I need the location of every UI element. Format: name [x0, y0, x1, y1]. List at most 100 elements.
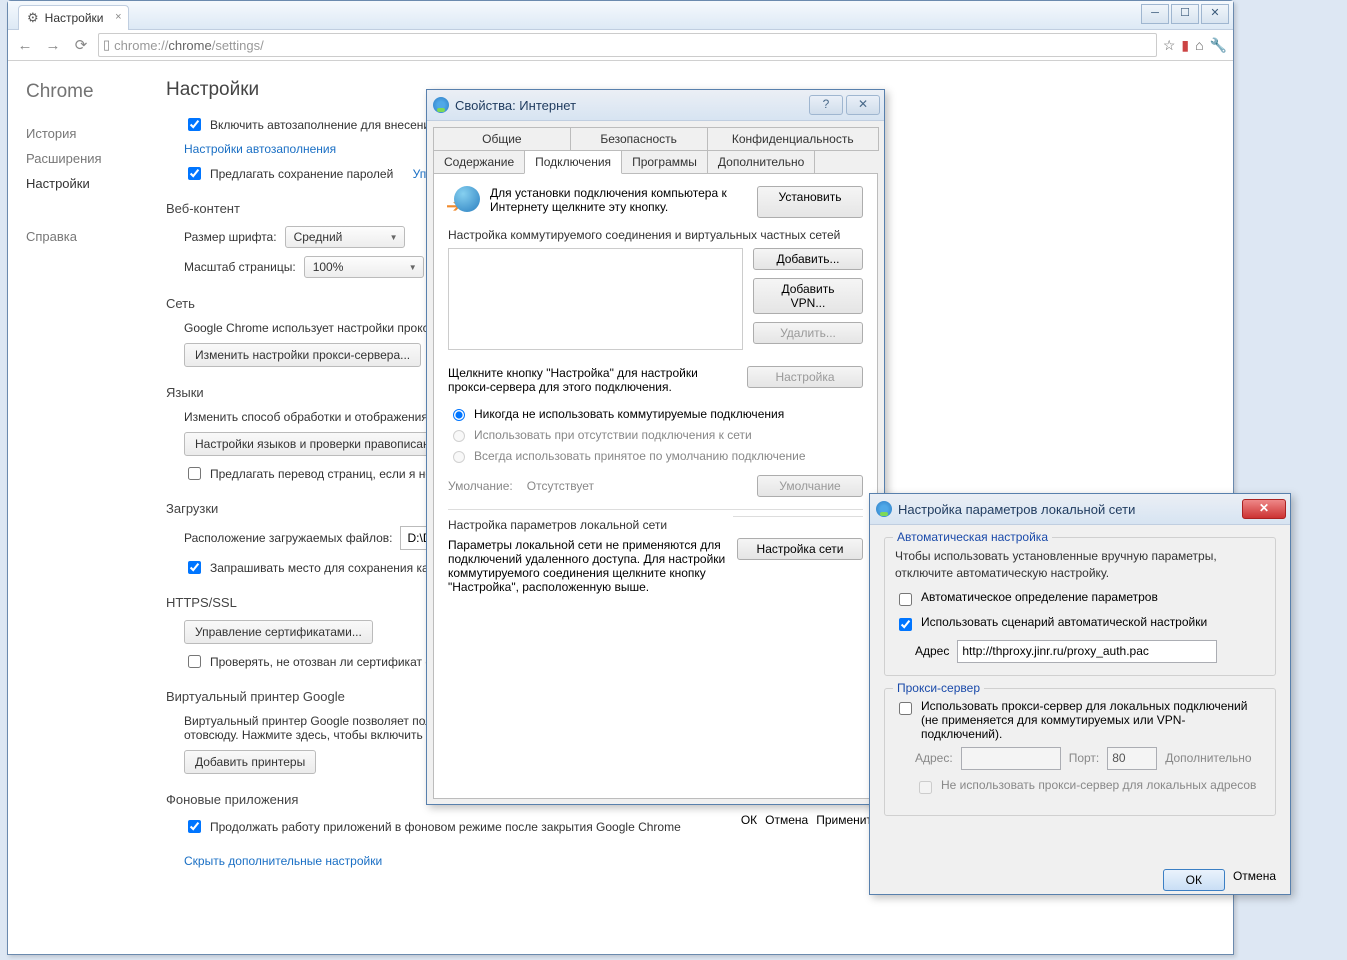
auto-script-checkbox[interactable] — [899, 618, 912, 631]
languages-button[interactable]: Настройки языков и проверки правописания — [184, 432, 454, 456]
lan-settings-button[interactable]: Настройка сети — [737, 538, 863, 560]
radio-always-label: Всегда использовать принятое по умолчани… — [474, 449, 806, 463]
lan-cancel-button[interactable]: Отмена — [1233, 869, 1276, 891]
tab-security[interactable]: Безопасность — [570, 127, 708, 151]
sidebar-help[interactable]: Справка — [26, 224, 156, 249]
sidebar-extensions[interactable]: Расширения — [26, 146, 156, 171]
certificates-button[interactable]: Управление сертификатами... — [184, 620, 373, 644]
tab-connections[interactable]: Подключения — [524, 150, 622, 174]
setup-text: Для установки подключения компьютера к И… — [490, 186, 747, 218]
default-value: Отсутствует — [527, 479, 743, 493]
download-ask-checkbox[interactable] — [188, 561, 201, 574]
dial-label: Настройка коммутируемого соединения и ви… — [448, 228, 863, 242]
globe-icon — [876, 501, 892, 517]
sidebar-history[interactable]: История — [26, 121, 156, 146]
proxy-address-input — [961, 747, 1061, 770]
lan-hint: Параметры локальной сети не применяются … — [448, 538, 727, 594]
auto-script-label: Использовать сценарий автоматической нас… — [921, 615, 1207, 629]
sidebar-settings[interactable]: Настройки — [26, 171, 156, 196]
lan-ok-button[interactable]: ОК — [1163, 869, 1225, 891]
delete-button[interactable]: Удалить... — [753, 322, 863, 344]
ok-button[interactable]: ОК — [741, 813, 757, 827]
titlebar: ⚙ Настройки × ─ ☐ ✕ — [8, 1, 1233, 30]
add-button[interactable]: Добавить... — [753, 248, 863, 270]
toolbar: ← → ⟳ ▯ chrome://chrome/settings/ ☆ ▮ ⌂ … — [8, 30, 1233, 61]
url-host: chrome — [168, 38, 211, 53]
default-label: Умолчание: — [448, 479, 513, 493]
default-button[interactable]: Умолчание — [757, 475, 863, 497]
bypass-local-label: Не использовать прокси-сервер для локаль… — [941, 778, 1256, 792]
dialog-titlebar[interactable]: Свойства: Интернет ? ✕ — [427, 90, 884, 121]
cloud-print-desc: Виртуальный принтер Google позволяет пол… — [184, 714, 438, 742]
hide-advanced-link[interactable]: Скрыть дополнительные настройки — [184, 854, 382, 868]
download-location-label: Расположение загружаемых файлов: — [184, 531, 392, 545]
font-size-label: Размер шрифта: — [184, 230, 277, 244]
zoom-select[interactable]: 100% — [304, 256, 424, 278]
translate-checkbox[interactable] — [188, 467, 201, 480]
use-proxy-checkbox[interactable] — [899, 702, 912, 715]
autofill-settings-link[interactable]: Настройки автозаполнения — [184, 142, 336, 156]
globe-icon — [433, 97, 449, 113]
network-desc: Google Chrome использует настройки прокс… — [184, 321, 435, 335]
brand: Chrome — [26, 81, 156, 103]
tab-general[interactable]: Общие — [433, 127, 571, 151]
auto-config-text: Чтобы использовать установленные вручную… — [895, 548, 1265, 582]
configure-button[interactable]: Настройка — [747, 366, 863, 388]
dialog-close-button[interactable]: ✕ — [846, 95, 880, 115]
add-vpn-button[interactable]: Добавить VPN... — [753, 278, 863, 314]
setup-button[interactable]: Установить — [757, 186, 863, 218]
proxy-settings-button[interactable]: Изменить настройки прокси-сервера... — [184, 343, 421, 367]
proxy-legend: Прокси-сервер — [893, 681, 984, 695]
passwords-checkbox[interactable] — [188, 167, 201, 180]
lan-settings-dialog: Настройка параметров локальной сети ✕ Ав… — [869, 493, 1291, 895]
home-icon[interactable]: ⌂ — [1195, 37, 1203, 53]
autofill-checkbox[interactable] — [188, 118, 201, 131]
close-button[interactable]: ✕ — [1201, 4, 1229, 24]
revocation-checkbox[interactable] — [188, 655, 201, 668]
lan-dialog-titlebar[interactable]: Настройка параметров локальной сети ✕ — [870, 494, 1290, 525]
translate-label: Предлагать перевод страниц, если я не вл — [210, 467, 449, 481]
auto-detect-label: Автоматическое определение параметров — [921, 590, 1158, 604]
download-ask-label: Запрашивать место для сохранения кажд — [210, 561, 444, 575]
help-button[interactable]: ? — [809, 95, 843, 115]
wrench-icon[interactable]: 🔧 — [1210, 37, 1227, 54]
tab-content[interactable]: Содержание — [433, 150, 525, 174]
close-icon[interactable]: × — [115, 11, 121, 23]
maximize-button[interactable]: ☐ — [1171, 4, 1199, 24]
tab-privacy[interactable]: Конфиденциальность — [707, 127, 879, 151]
url-path: /settings/ — [212, 38, 264, 53]
background-apps-checkbox[interactable] — [188, 820, 201, 833]
address-bar[interactable]: ▯ chrome://chrome/settings/ — [98, 33, 1157, 57]
browser-tab[interactable]: ⚙ Настройки × — [18, 5, 129, 30]
tab-programs[interactable]: Программы — [621, 150, 708, 174]
lan-dialog-title: Настройка параметров локальной сети — [898, 502, 1135, 517]
proxy-advanced-button[interactable]: Дополнительно — [1165, 751, 1251, 765]
minimize-button[interactable]: ─ — [1141, 4, 1169, 24]
font-size-select[interactable]: Средний — [285, 226, 405, 248]
flag-icon[interactable]: ▮ — [1181, 37, 1189, 54]
radio-never[interactable] — [453, 409, 465, 421]
reload-button[interactable]: ⟳ — [70, 34, 92, 56]
proxy-hint: Щелкните кнопку "Настройка" для настройк… — [448, 366, 737, 394]
connections-listbox[interactable] — [448, 248, 743, 350]
radio-never-label: Никогда не использовать коммутируемые по… — [474, 407, 784, 421]
tab-advanced[interactable]: Дополнительно — [707, 150, 815, 174]
back-button[interactable]: ← — [14, 34, 36, 56]
apply-button[interactable]: Применит — [816, 813, 872, 827]
proxy-address-label: Адрес: — [915, 751, 953, 765]
cancel-button[interactable]: Отмена — [765, 813, 808, 827]
add-printers-button[interactable]: Добавить принтеры — [184, 750, 316, 774]
lan-label: Настройка параметров локальной сети — [448, 518, 667, 532]
lan-close-button[interactable]: ✕ — [1242, 499, 1286, 519]
lan-dialog-body: Автоматическая настройка Чтобы использов… — [870, 525, 1290, 869]
star-icon[interactable]: ☆ — [1163, 37, 1176, 54]
window-controls: ─ ☐ ✕ — [1141, 4, 1229, 24]
radio-absent-label: Использовать при отсутствии подключения … — [474, 428, 752, 442]
auto-detect-checkbox[interactable] — [899, 593, 912, 606]
proxy-port-label: Порт: — [1069, 751, 1100, 765]
revocation-label: Проверять, не отозван ли сертификат сер — [210, 655, 445, 669]
languages-desc: Изменить способ обработки и отображения … — [184, 410, 438, 424]
proxy-port-input — [1107, 747, 1157, 770]
forward-button[interactable]: → — [42, 34, 64, 56]
script-address-input[interactable] — [957, 640, 1217, 663]
